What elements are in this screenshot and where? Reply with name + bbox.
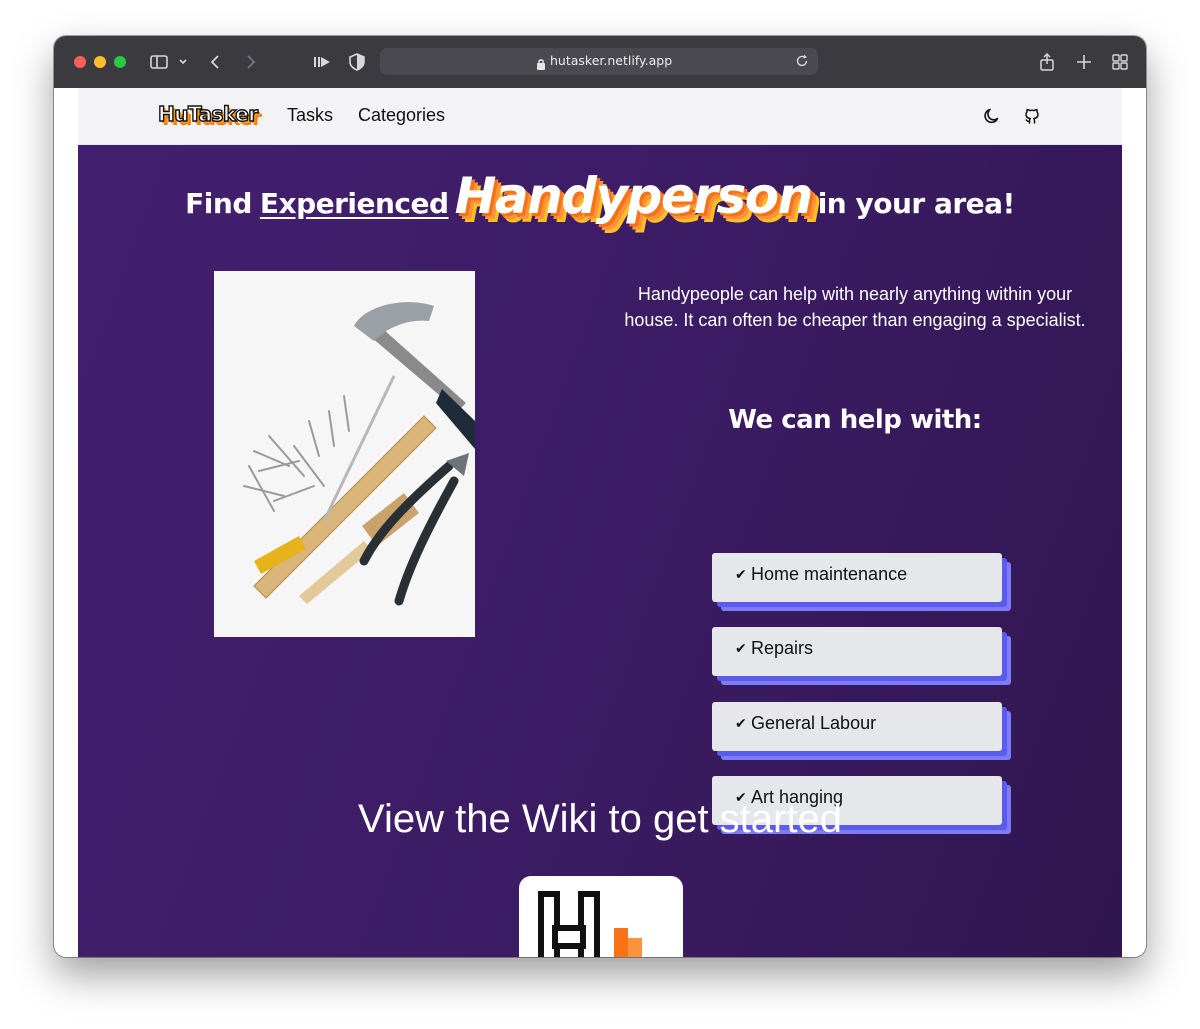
headline-highlight: Handyperson [454, 167, 814, 225]
moon-icon[interactable] [982, 106, 1002, 126]
close-window-button[interactable] [74, 56, 86, 68]
forward-icon[interactable] [242, 52, 258, 72]
service-label: General Labour [751, 713, 877, 733]
wiki-cta[interactable]: View the Wiki to get started [78, 797, 1122, 842]
nav-link-categories[interactable]: Categories [358, 105, 445, 126]
url-text: hutasker.netlify.app [550, 53, 673, 68]
hero-section: Find Experienced Handyperson in your area! [78, 145, 1122, 957]
check-icon: ✔ [735, 716, 747, 732]
check-icon: ✔ [735, 641, 747, 657]
hero-headline: Find Experienced Handyperson in your area! [78, 167, 1122, 225]
page-viewport: HuTasker Tasks Categories Find Experience… [78, 88, 1122, 957]
service-card-repairs[interactable]: ✔ Repairs [712, 627, 1002, 676]
sidebar-icon[interactable] [149, 52, 169, 72]
address-bar[interactable]: hutasker.netlify.app [380, 48, 818, 75]
reload-icon[interactable] [794, 53, 810, 73]
tools-photo [214, 271, 475, 637]
back-icon[interactable] [208, 52, 224, 72]
headline-find: Find [185, 187, 252, 220]
site-navbar: HuTasker Tasks Categories [78, 88, 1122, 145]
share-icon[interactable] [1038, 52, 1056, 72]
service-label: Home maintenance [751, 564, 908, 584]
lock-icon [536, 55, 546, 74]
headline-rest: in your area! [817, 187, 1016, 220]
intro-text: Handypeople can help with nearly anythin… [624, 284, 1086, 330]
site-logo[interactable]: HuTasker [157, 101, 259, 126]
help-title: We can help with: [728, 405, 982, 435]
hutasker-h-logo[interactable] [519, 876, 683, 957]
tab-overview-icon[interactable] [1111, 52, 1129, 72]
new-tab-icon[interactable] [1075, 52, 1093, 72]
browser-window: hutasker.netlify.app HuTasker Tasks Cate… [54, 36, 1146, 957]
reader-icon[interactable] [311, 52, 333, 72]
chevron-down-icon[interactable] [177, 52, 189, 72]
minimize-window-button[interactable] [94, 56, 106, 68]
shield-icon[interactable] [348, 52, 366, 72]
service-label: Repairs [751, 638, 814, 658]
browser-titlebar: hutasker.netlify.app [54, 36, 1146, 88]
nav-link-tasks[interactable]: Tasks [287, 105, 333, 126]
zoom-window-button[interactable] [114, 56, 126, 68]
github-icon[interactable] [1022, 106, 1042, 126]
headline-experienced: Experienced [259, 187, 449, 220]
service-card-home-maintenance[interactable]: ✔ Home maintenance [712, 553, 1002, 602]
check-icon: ✔ [735, 567, 747, 583]
service-card-general-labour[interactable]: ✔ General Labour [712, 702, 1002, 751]
